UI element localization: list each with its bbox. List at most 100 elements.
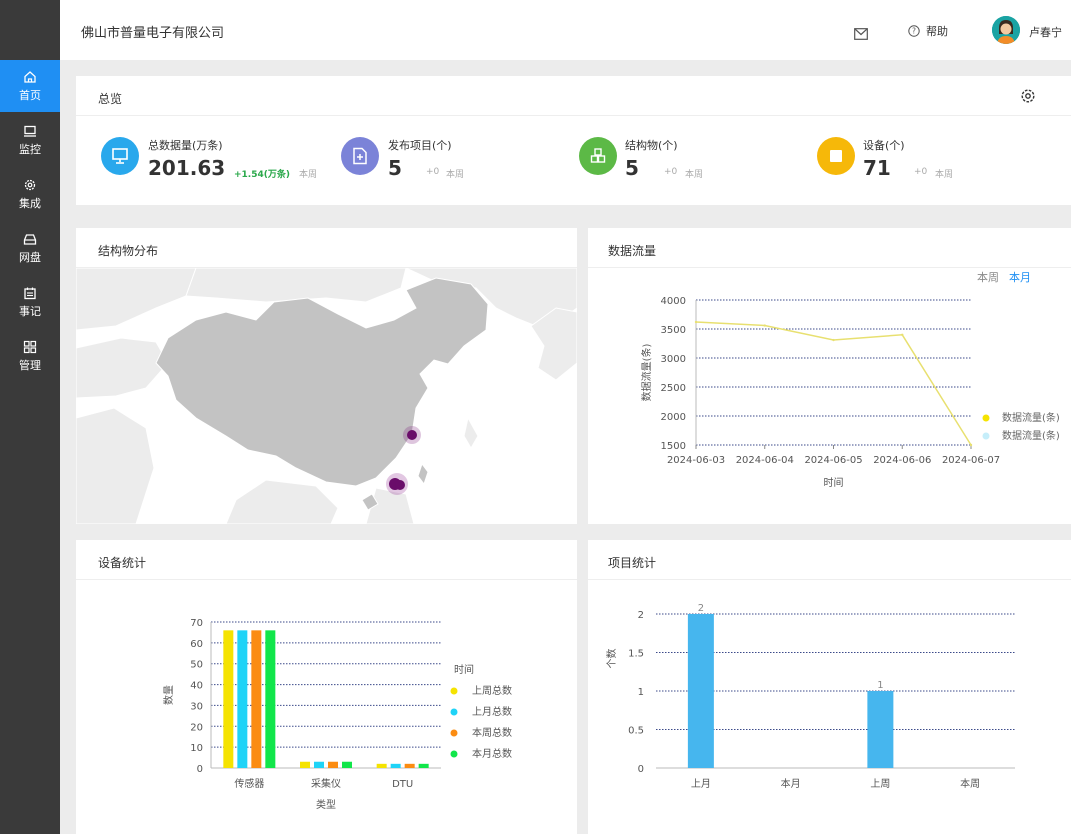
sidebar-item-manage[interactable]: 管理 (0, 330, 60, 382)
stat-icon-devices (817, 137, 855, 175)
home-icon (23, 70, 37, 84)
sidebar-item-integration[interactable]: 集成 (0, 168, 60, 220)
avatar[interactable] (992, 16, 1020, 44)
sidebar-item-events[interactable]: 事记 (0, 276, 60, 328)
stat-delta: +0 (914, 167, 928, 177)
overview-divider (76, 115, 1071, 116)
sidebar-item-label: 首页 (19, 89, 41, 102)
gear-icon (23, 178, 37, 192)
overview-title: 总览 (98, 92, 123, 106)
settings-gear-icon[interactable] (1020, 88, 1036, 104)
legend-marker (450, 708, 458, 716)
sidebar-item-home[interactable]: 首页 (0, 60, 60, 112)
x-tick-label: 采集仪 (311, 777, 341, 790)
y-tick-label: 0 (638, 764, 644, 775)
top-header: 佛山市普量电子有限公司 ? 帮助 卢春宁 (60, 0, 1071, 60)
bar (687, 614, 714, 768)
stat-label: 设备(个) (863, 139, 905, 152)
stat-label: 发布项目(个) (388, 139, 452, 152)
username[interactable]: 卢春宁 (1029, 24, 1062, 40)
y-tick-label: 1 (638, 687, 644, 698)
sidebar: 首页 监控 集成 网盘 事记 管理 (0, 0, 60, 834)
stat-value: 71 (863, 156, 891, 180)
x-tick-label: 本周 (960, 777, 980, 790)
y-tick-label: 20 (190, 722, 203, 733)
stat-icon-projects (341, 137, 379, 175)
help-icon: ? (908, 25, 920, 37)
stat-icon-data (101, 137, 139, 175)
stat-label: 总数据量(万条) (148, 139, 223, 152)
data-label: 1 (877, 680, 883, 691)
bar (265, 630, 276, 768)
project-stats-panel: 项目统计 0 0.5 1 1.5 2 个数 2 上月 本月 1 上周 本周 (588, 540, 1071, 834)
device-stats-chart: 0 10 20 30 40 50 60 70 传感器 采集仪 DTU 类型 数量 时间上周总数上月总数本周… (162, 618, 512, 811)
data-point (969, 443, 973, 447)
help-link[interactable]: ? 帮助 (908, 23, 948, 39)
mail-icon[interactable] (854, 25, 868, 40)
data-flow-panel: 数据流量 本周 本月 1500 2000 2500 3000 3500 4000 2024-… (588, 228, 1071, 524)
legend-marker (450, 750, 458, 758)
map-marker[interactable] (395, 480, 405, 490)
stat-label: 结构物(个) (625, 139, 678, 152)
monitor-icon (23, 124, 37, 138)
x-tick-label: 传感器 (234, 777, 264, 790)
stat-value: 5 (625, 156, 639, 180)
map-marker[interactable] (407, 430, 417, 440)
bar (223, 630, 234, 768)
y-tick-label: 50 (190, 660, 203, 671)
x-axis-label: 时间 (824, 476, 844, 489)
legend-label: 数据流量(条) (1002, 429, 1060, 442)
y-tick-label: 2500 (661, 383, 686, 394)
y-tick-label: 4000 (661, 296, 686, 307)
y-axis-label: 个数 (605, 649, 618, 669)
x-tick-label: DTU (392, 779, 413, 790)
y-axis-label: 数量 (162, 685, 175, 705)
data-point (901, 333, 904, 336)
bar (237, 630, 248, 768)
sidebar-item-monitor[interactable]: 监控 (0, 114, 60, 166)
bar (328, 761, 338, 768)
china-map[interactable] (76, 268, 577, 524)
x-tick-label: 上月 (691, 778, 711, 790)
x-axis-label: 类型 (316, 798, 336, 811)
device-stats-panel: 设备统计 0 10 20 30 40 50 60 70 传感器 采集仪 DTU 类型 数量 时间 上周总数上… (76, 540, 577, 834)
sidebar-item-drive[interactable]: 网盘 (0, 222, 60, 274)
stat-period: 本周 (299, 170, 318, 180)
sidebar-item-label: 集成 (19, 197, 41, 210)
x-tick-label: 2024-06-03 (667, 455, 725, 466)
grid-icon (23, 340, 37, 354)
help-label: 帮助 (926, 25, 948, 38)
legend-label: 数据流量(条) (1002, 411, 1060, 424)
legend-label: 上周总数 (472, 684, 512, 697)
stat-value: 201.63 (148, 156, 226, 180)
y-tick-label: 1500 (661, 441, 686, 452)
bar (376, 763, 387, 768)
y-tick-label: 2000 (661, 412, 686, 423)
data-flow-chart: 1500 2000 2500 3000 3500 4000 2024-06-03 2024-0… (640, 296, 1060, 489)
legend-marker (450, 687, 458, 695)
data-point (694, 320, 698, 324)
stat-period: 本周 (685, 170, 704, 180)
structure-map-title: 结构物分布 (98, 244, 159, 258)
document-add-icon (353, 147, 367, 165)
y-tick-label: 2 (638, 610, 644, 621)
x-tick-label: 2024-06-07 (942, 455, 1000, 466)
calendar-icon (23, 286, 37, 300)
data-point (832, 338, 835, 342)
y-tick-label: 0 (197, 764, 203, 775)
y-tick-label: 1.5 (628, 649, 644, 660)
bar (314, 761, 324, 768)
legend-title: 时间 (454, 663, 474, 676)
y-axis-label: 数据流量(条) (640, 344, 653, 402)
stat-period: 本周 (935, 170, 954, 180)
svg-text:?: ? (912, 27, 916, 36)
y-tick-label: 0.5 (628, 726, 644, 737)
sidebar-item-label: 网盘 (19, 251, 41, 264)
bar (390, 763, 401, 768)
sidebar-item-label: 管理 (19, 359, 41, 372)
x-tick-label: 2024-06-05 (804, 455, 862, 466)
legend-marker (982, 432, 990, 440)
bar (251, 630, 262, 768)
monitor-icon (112, 148, 128, 164)
stat-period: 本周 (446, 170, 465, 180)
